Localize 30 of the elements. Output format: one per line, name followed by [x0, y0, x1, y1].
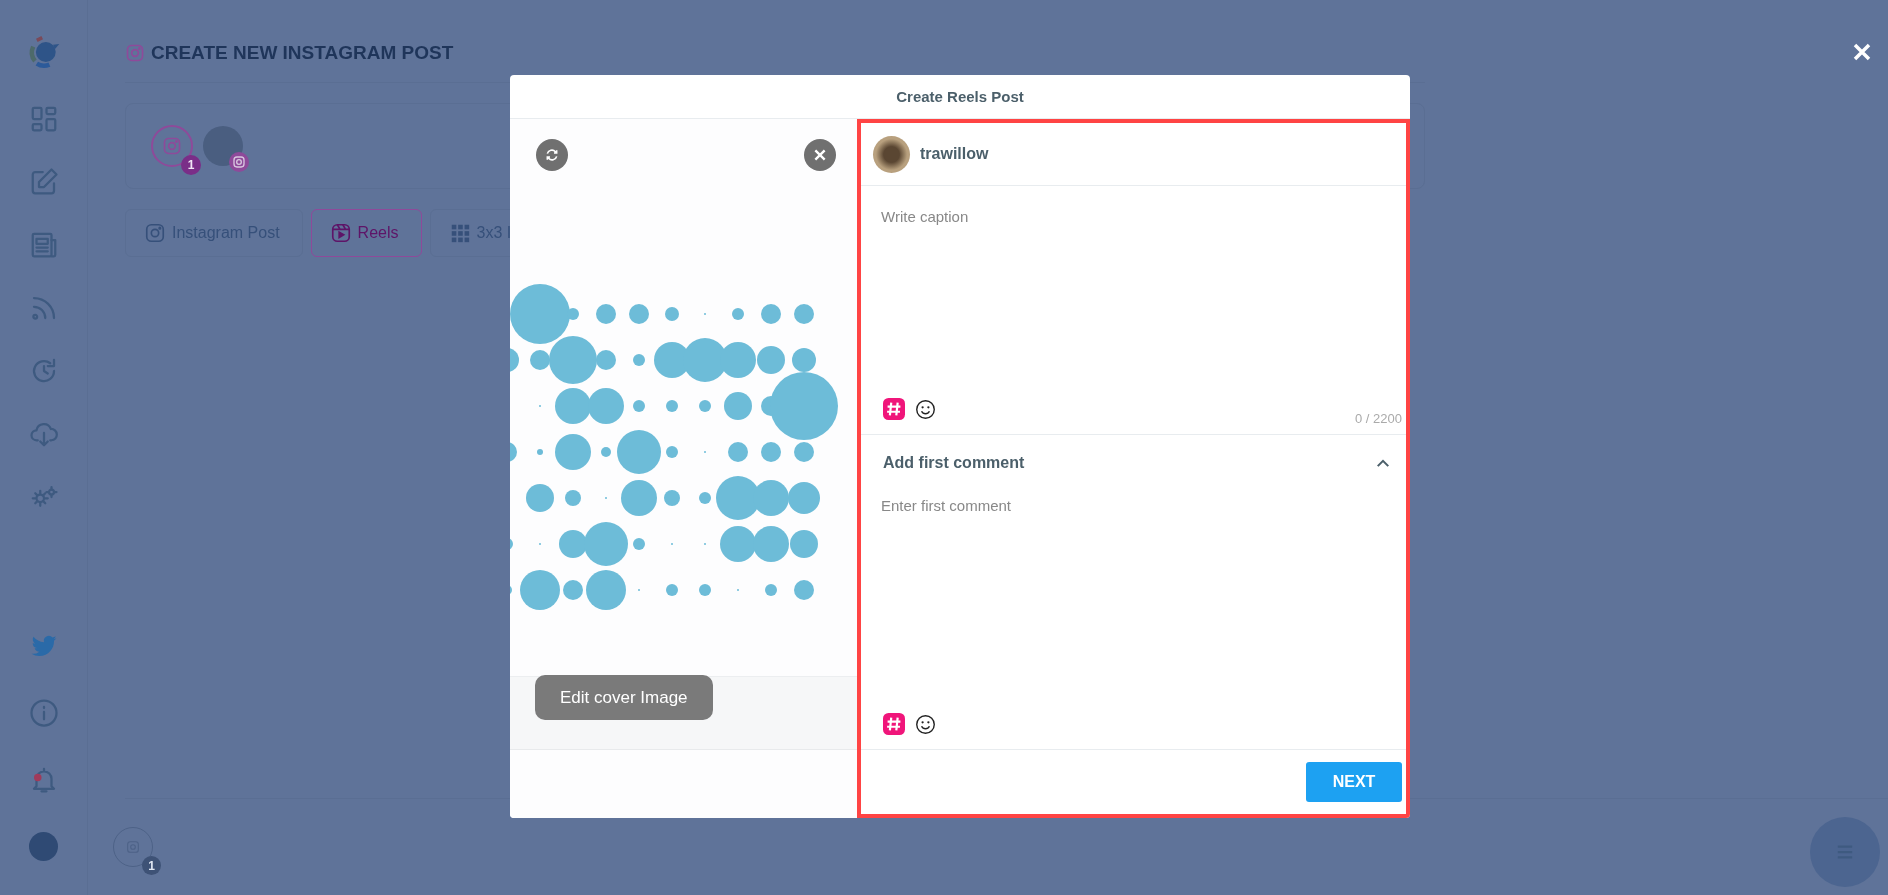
camera-icon	[144, 222, 166, 244]
hashtag-icon[interactable]	[883, 713, 905, 735]
profile-avatar[interactable]	[29, 832, 58, 861]
smiley-icon[interactable]	[915, 713, 936, 735]
close-icon[interactable]	[1852, 42, 1872, 62]
page-title: CREATE NEW INSTAGRAM POST	[151, 42, 454, 64]
camera-icon	[162, 136, 182, 156]
account-avatar	[873, 135, 910, 173]
refresh-icon	[544, 147, 560, 163]
next-button[interactable]: NEXT	[1306, 762, 1402, 802]
remove-button[interactable]	[804, 139, 836, 171]
camera-icon	[125, 43, 145, 63]
character-counter: 0 / 2200	[1355, 411, 1402, 426]
count-badge: 1	[181, 155, 201, 175]
info-icon[interactable]	[28, 698, 59, 728]
camera-badge-icon	[229, 152, 249, 172]
hashtag-icon[interactable]	[883, 398, 905, 420]
smiley-icon[interactable]	[915, 398, 936, 420]
post-type-tab[interactable]: Reels	[310, 209, 422, 257]
modal-title: Create Reels Post	[896, 88, 1024, 105]
replace-button[interactable]	[536, 139, 568, 171]
first-comment-toggle[interactable]: Add first comment	[861, 435, 1406, 491]
account-name: trawillow	[920, 145, 989, 163]
close-icon	[812, 147, 828, 163]
account-avatar[interactable]	[203, 126, 243, 166]
reels-icon	[329, 222, 352, 244]
count-badge: 1	[142, 856, 161, 875]
edit-cover-button[interactable]: Edit cover Image	[535, 675, 713, 720]
chevron-icon	[1376, 458, 1390, 468]
section-title: Add first comment	[883, 454, 1025, 472]
